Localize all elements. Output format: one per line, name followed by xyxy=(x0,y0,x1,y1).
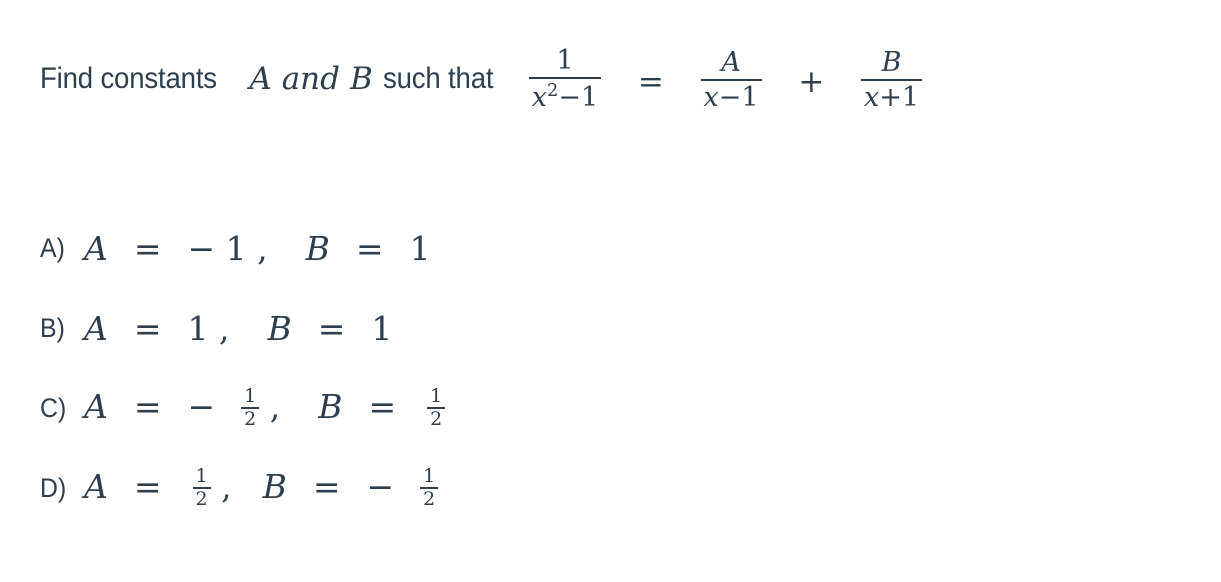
fraction-numerator: B xyxy=(881,47,902,78)
fraction-denominator: 2 xyxy=(430,408,443,430)
question-conjunction: and xyxy=(281,61,340,97)
denominator-operator: − xyxy=(558,82,581,113)
option-c-expression: A = − 1 2 , B = 1 2 xyxy=(84,385,446,430)
question-variable-b: B xyxy=(350,61,373,97)
fraction-a: 1 2 xyxy=(241,385,260,430)
denominator-base: x xyxy=(864,82,880,113)
fraction-numerator: 1 xyxy=(244,385,257,407)
fraction-numerator: 1 xyxy=(423,465,436,487)
fraction-denominator: 2 xyxy=(423,488,436,510)
fraction-a: 1 2 xyxy=(192,465,211,510)
value-a: 1 xyxy=(187,308,209,348)
comma-separator: , xyxy=(257,228,268,268)
option-label-a: A) xyxy=(40,232,65,263)
fraction-denominator: x+1 xyxy=(861,84,922,111)
question-suffix-text: such that xyxy=(382,62,494,95)
equals-sign: = xyxy=(133,387,162,427)
minus-sign: − xyxy=(187,387,216,427)
option-a-expression: A = − 1 , B = 1 xyxy=(84,229,431,268)
equals-sign: = xyxy=(133,467,162,507)
question-stem: Find constants A and B such that 1 x2−1 … xyxy=(40,45,923,111)
value-b: 1 xyxy=(409,228,431,268)
denominator-operator: − xyxy=(718,82,742,113)
fraction-bar xyxy=(700,79,762,81)
option-b-expression: A = 1 , B = 1 xyxy=(84,309,392,348)
comma-separator: , xyxy=(269,387,281,427)
option-d-expression: A = 1 2 , B = − 1 2 xyxy=(84,465,439,510)
comma-separator: , xyxy=(219,308,230,348)
option-label-d: D) xyxy=(40,472,67,503)
symbol-a: A xyxy=(84,228,108,268)
fraction-b: 1 2 xyxy=(420,465,439,510)
answer-options-list: A) A = − 1 , B = 1 B) A = 1 , B = 1 C) A… xyxy=(40,208,1140,528)
denominator-base: x xyxy=(703,82,719,113)
fraction-denominator: x−1 xyxy=(701,84,762,111)
denominator-constant: 1 xyxy=(741,82,759,113)
answer-option-c[interactable]: C) A = − 1 2 , B = 1 2 xyxy=(40,368,1140,448)
fraction-numerator: 1 xyxy=(556,45,574,76)
plus-sign: + xyxy=(798,63,825,100)
answer-option-a[interactable]: A) A = − 1 , B = 1 xyxy=(40,208,1140,288)
minus-sign: − xyxy=(187,228,216,268)
fraction-b: 1 2 xyxy=(427,385,446,430)
symbol-b: B xyxy=(262,467,287,507)
comma-separator: , xyxy=(221,467,232,507)
symbol-b: B xyxy=(318,387,343,427)
question-variable-a: A xyxy=(249,61,272,97)
fraction-left: 1 x2−1 xyxy=(528,45,602,111)
option-label-b: B) xyxy=(40,312,65,343)
fraction-numerator: A xyxy=(721,47,741,78)
denominator-constant: 1 xyxy=(580,82,599,113)
fraction-denominator: 2 xyxy=(244,408,257,430)
question-prefix-text: Find constants xyxy=(40,62,217,95)
equals-sign: = xyxy=(368,387,397,427)
equals-sign: = xyxy=(133,228,162,268)
equals-sign: = xyxy=(312,467,341,507)
equals-sign: = xyxy=(317,308,346,348)
value-b: 1 xyxy=(371,308,393,348)
symbol-a: A xyxy=(84,308,108,348)
symbol-b: B xyxy=(305,228,330,268)
symbol-a: A xyxy=(84,467,108,507)
denominator-constant: 1 xyxy=(901,82,920,113)
symbol-a: A xyxy=(84,387,108,427)
minus-sign: − xyxy=(366,467,395,507)
symbol-b: B xyxy=(267,308,292,348)
fraction-term-b: B x+1 xyxy=(861,47,923,111)
denominator-base: x xyxy=(531,82,547,113)
option-label-c: C) xyxy=(40,392,67,423)
fraction-bar xyxy=(861,79,923,81)
equals-sign: = xyxy=(637,63,664,100)
equals-sign: = xyxy=(355,228,384,268)
fraction-denominator: 2 xyxy=(195,488,208,510)
equals-sign: = xyxy=(133,308,162,348)
fraction-denominator: x2−1 xyxy=(529,82,601,111)
answer-option-d[interactable]: D) A = 1 2 , B = − 1 2 xyxy=(40,448,1140,528)
answer-option-b[interactable]: B) A = 1 , B = 1 xyxy=(40,288,1140,368)
fraction-numerator: 1 xyxy=(430,385,443,407)
question-equation: 1 x2−1 = A x−1 + B x+1 xyxy=(528,45,923,111)
fraction-bar xyxy=(528,77,602,79)
fraction-numerator: 1 xyxy=(195,465,208,487)
value-a: 1 xyxy=(225,228,247,268)
denominator-operator: + xyxy=(879,82,902,113)
denominator-exponent: 2 xyxy=(546,80,559,101)
fraction-term-a: A x−1 xyxy=(700,47,762,111)
